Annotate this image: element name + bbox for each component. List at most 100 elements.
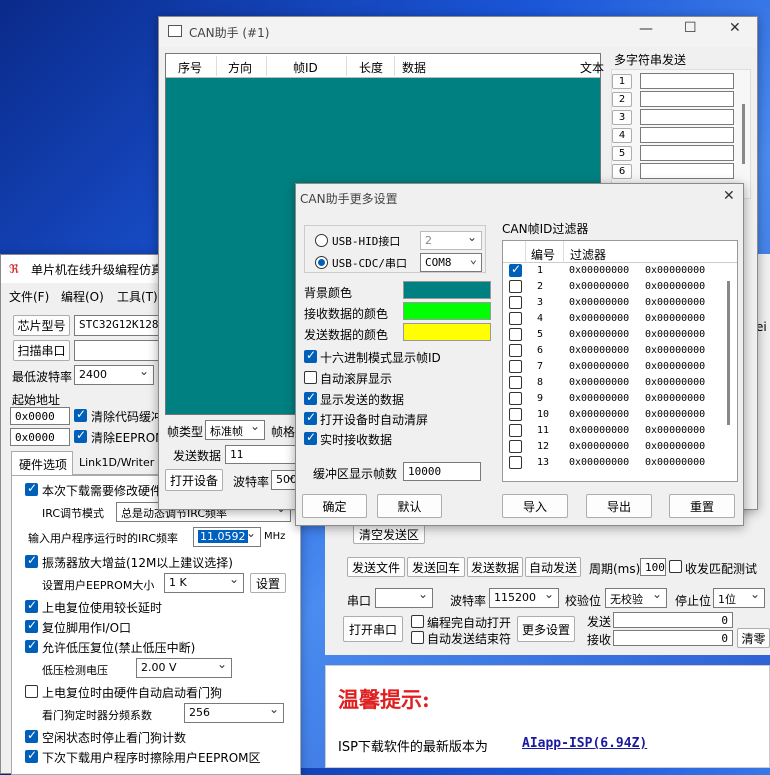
usb-cdc-select[interactable]: COM8 [420, 253, 482, 272]
filter-enable-checkbox[interactable] [509, 392, 522, 405]
filter-row[interactable]: 13 0x00000000 0x00000000 [503, 455, 725, 471]
filter-row[interactable]: 7 0x00000000 0x00000000 [503, 359, 725, 375]
menu-tools[interactable]: 工具(T) [117, 288, 158, 305]
tx-color-swatch[interactable] [403, 323, 491, 341]
tab-hardware[interactable]: 硬件选项 [11, 451, 73, 475]
filter-enable-checkbox[interactable] [509, 344, 522, 357]
auto-clear-checkbox[interactable] [304, 410, 317, 425]
open-serial-button[interactable]: 打开串口 [343, 616, 403, 642]
col-data[interactable]: 数据 [402, 59, 426, 76]
multi-send-6-field[interactable] [640, 163, 734, 179]
filter-row[interactable]: 2 0x00000000 0x00000000 [503, 279, 725, 295]
multi-send-scrollbar[interactable] [742, 104, 745, 164]
multi-send-2-field[interactable] [640, 91, 734, 107]
filter-col-num[interactable]: 编号 [531, 246, 555, 263]
tab-link1d[interactable]: Link1D/Writer [79, 456, 154, 469]
close-icon[interactable]: ✕ [729, 20, 741, 36]
auto-send-button[interactable]: 自动发送 [525, 557, 581, 577]
menu-file[interactable]: 文件(F) [9, 288, 49, 305]
filter-scrollbar[interactable] [727, 281, 730, 425]
period-field[interactable]: 100 [640, 558, 666, 576]
col-dir[interactable]: 方向 [228, 59, 252, 76]
address-field-1[interactable]: 0x0000 [10, 407, 70, 425]
serial-baud-select[interactable]: 115200 [489, 588, 559, 608]
filter-enable-checkbox[interactable] [509, 312, 522, 325]
clear-count-button[interactable]: 清零 [737, 628, 770, 648]
open-device-button[interactable]: 打开设备 [165, 469, 223, 491]
multi-send-1-field[interactable] [640, 73, 734, 89]
show-sent-checkbox[interactable] [304, 390, 317, 405]
usb-cdc-radio[interactable] [315, 256, 328, 269]
col-frame-id[interactable]: 帧ID [293, 59, 318, 76]
clear-eeprom-checkbox[interactable] [74, 428, 87, 443]
auto-scroll-checkbox[interactable] [304, 371, 317, 384]
stop-bit-select[interactable]: 1位 [713, 588, 765, 608]
multi-send-5-button[interactable]: 5 [612, 146, 632, 161]
buffer-frames-field[interactable]: 10000 [403, 462, 481, 481]
hex-id-checkbox[interactable] [304, 348, 317, 363]
parity-select[interactable]: 无校验 [605, 588, 667, 608]
usb-hid-radio[interactable] [315, 234, 328, 247]
auto-end-checkbox[interactable] [411, 631, 424, 644]
multi-send-4-button[interactable]: 4 [612, 128, 632, 143]
lv-voltage-select[interactable]: 2.00 V [136, 658, 232, 678]
auto-open-checkbox[interactable] [411, 615, 424, 628]
send-data-field[interactable]: 11 [225, 445, 305, 464]
filter-col-filter[interactable]: 过滤器 [570, 246, 606, 263]
filter-enable-checkbox[interactable] [509, 456, 522, 469]
address-field-2[interactable]: 0x0000 [10, 428, 70, 446]
filter-enable-checkbox[interactable] [509, 424, 522, 437]
frame-type-select[interactable]: 标准帧 [205, 420, 265, 440]
rx-color-swatch[interactable] [403, 302, 491, 320]
filter-row[interactable]: 5 0x00000000 0x00000000 [503, 327, 725, 343]
filter-row[interactable]: 4 0x00000000 0x00000000 [503, 311, 725, 327]
filter-enable-checkbox[interactable] [509, 376, 522, 389]
more-settings-button[interactable]: 更多设置 [517, 616, 575, 642]
filter-enable-checkbox[interactable] [509, 280, 522, 293]
filter-row[interactable]: 11 0x00000000 0x00000000 [503, 423, 725, 439]
menu-program[interactable]: 编程(O) [61, 288, 104, 305]
multi-send-1-button[interactable]: 1 [612, 74, 632, 89]
eeprom-size-select[interactable]: 1 K [164, 573, 244, 593]
opt-idle-wdt-checkbox[interactable] [25, 728, 38, 743]
minimize-icon[interactable]: — [639, 21, 653, 37]
filter-row[interactable]: 10 0x00000000 0x00000000 [503, 407, 725, 423]
filter-enable-checkbox[interactable] [509, 360, 522, 373]
opt-long-delay-checkbox[interactable] [25, 598, 38, 613]
chip-model-field[interactable]: STC32G12K128 [74, 315, 164, 336]
filter-row[interactable]: 1 0x00000000 0x00000000 [503, 262, 725, 279]
maximize-icon[interactable]: ☐ [684, 20, 697, 36]
usb-hid-select[interactable]: 2 [420, 231, 482, 250]
opt-hw-wdt-checkbox[interactable] [25, 685, 38, 698]
send-file-button[interactable]: 发送文件 [347, 557, 405, 577]
col-length[interactable]: 长度 [359, 59, 383, 76]
filter-row[interactable]: 3 0x00000000 0x00000000 [503, 295, 725, 311]
filter-enable-checkbox[interactable] [509, 296, 522, 309]
send-data-button[interactable]: 发送数据 [467, 557, 523, 577]
tip-version-link[interactable]: AIapp-ISP(6.94Z) [522, 736, 647, 751]
col-seq[interactable]: 序号 [178, 59, 202, 76]
filter-row[interactable]: 8 0x00000000 0x00000000 [503, 375, 725, 391]
multi-send-3-field[interactable] [640, 109, 734, 125]
dialog-close-icon[interactable]: ✕ [723, 188, 735, 204]
col-text[interactable]: 文本 [580, 59, 604, 76]
clear-code-checkbox[interactable] [74, 407, 87, 422]
opt-lv-reset-checkbox[interactable] [25, 638, 38, 653]
filter-row[interactable]: 9 0x00000000 0x00000000 [503, 391, 725, 407]
export-button[interactable]: 导出 [586, 494, 652, 518]
opt-modify-hw-checkbox[interactable] [25, 481, 38, 496]
filter-enable-checkbox[interactable] [509, 328, 522, 341]
multi-send-5-field[interactable] [640, 145, 734, 161]
multi-send-6-button[interactable]: 6 [612, 164, 632, 179]
ok-button[interactable]: 确定 [302, 494, 367, 518]
filter-enable-checkbox[interactable] [509, 408, 522, 421]
filter-row[interactable]: 6 0x00000000 0x00000000 [503, 343, 725, 359]
multi-send-3-button[interactable]: 3 [612, 110, 632, 125]
default-button[interactable]: 默认 [377, 494, 442, 518]
irc-freq-select[interactable]: 11.0592 [193, 527, 261, 547]
port-field[interactable] [74, 340, 164, 361]
port-select[interactable] [375, 588, 433, 608]
wdt-div-select[interactable]: 256 [184, 703, 284, 723]
multi-send-4-field[interactable] [640, 127, 734, 143]
send-enter-button[interactable]: 发送回车 [407, 557, 465, 577]
